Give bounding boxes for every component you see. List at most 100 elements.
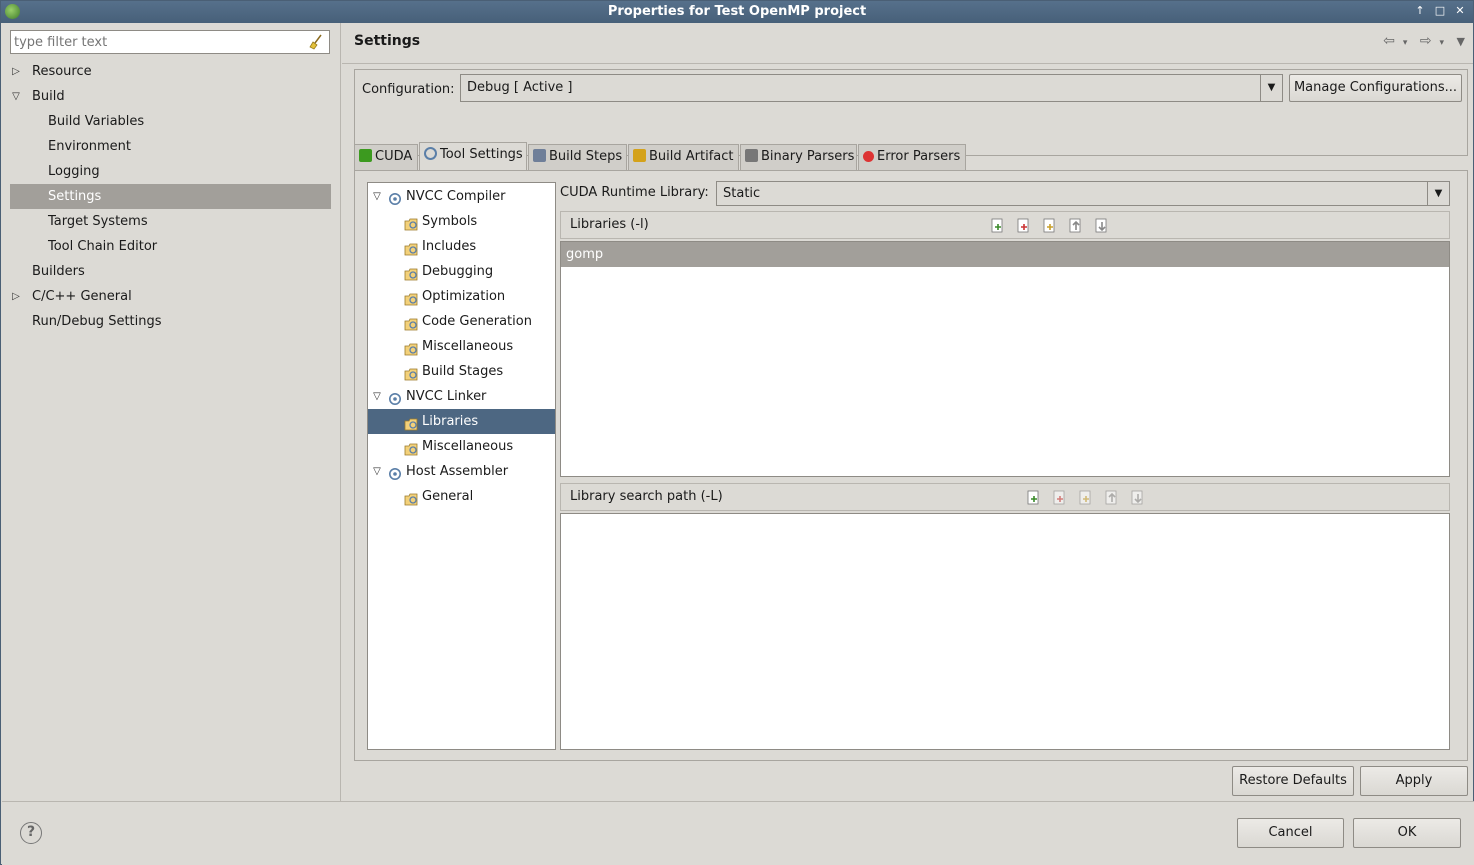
- binary-parsers-icon: [745, 149, 758, 162]
- title-bar: Properties for Test OpenMP project ↑ □ ✕: [1, 1, 1473, 23]
- tree-item-run-debug-settings[interactable]: Run/Debug Settings: [10, 309, 331, 334]
- collapsed-twisty-icon[interactable]: ▷: [10, 284, 22, 309]
- tool-tree-item-label: Host Assembler: [406, 464, 509, 479]
- filter-input[interactable]: [11, 31, 301, 53]
- collapsed-twisty-icon[interactable]: ▷: [10, 59, 22, 84]
- move-up-icon[interactable]: [1068, 218, 1084, 234]
- tab-binary-parsers[interactable]: Binary Parsers: [740, 144, 857, 170]
- close-icon[interactable]: ✕: [1453, 4, 1467, 18]
- chevron-down-icon[interactable]: ▼: [1260, 75, 1282, 101]
- help-context-icon[interactable]: ↑: [1413, 4, 1427, 18]
- configuration-value: Debug [ Active ]: [467, 80, 573, 95]
- tool-tree-item-host-assembler[interactable]: ▽ Host Assembler: [368, 459, 555, 484]
- tab-build-artifact[interactable]: Build Artifact: [628, 144, 739, 170]
- tree-item-label: Run/Debug Settings: [32, 314, 162, 329]
- page-nav: ⇦ ▾ ⇨ ▾ ▼: [1375, 33, 1465, 53]
- manage-configurations-button[interactable]: Manage Configurations...: [1289, 74, 1462, 102]
- configuration-select[interactable]: Debug [ Active ] ▼: [460, 74, 1283, 102]
- tab-tool-settings[interactable]: Tool Settings: [419, 142, 527, 171]
- expanded-twisty-icon[interactable]: ▽: [10, 84, 22, 109]
- cuda-runtime-label: CUDA Runtime Library:: [560, 185, 709, 200]
- back-arrow-icon[interactable]: ⇦: [1383, 33, 1395, 49]
- tree-item-c-c-general[interactable]: ▷ C/C++ General: [10, 284, 331, 309]
- tab-error-parsers[interactable]: Error Parsers: [858, 144, 966, 170]
- apply-button[interactable]: Apply: [1360, 766, 1468, 796]
- tree-item-tool-chain-editor[interactable]: Tool Chain Editor: [10, 234, 331, 259]
- tree-item-resource[interactable]: ▷ Resource: [10, 59, 331, 84]
- tool-tree: ▽ NVCC Compiler Symbols Includes Debugging Op…: [367, 182, 556, 750]
- libraries-title: Libraries (-l): [570, 217, 649, 232]
- tree-item-settings[interactable]: Settings: [10, 184, 331, 209]
- tool-tree-item-label: Code Generation: [422, 314, 532, 329]
- library-search-path-title: Library search path (-L): [570, 489, 723, 504]
- edit-icon[interactable]: [1042, 218, 1058, 234]
- tab-label: Error Parsers: [877, 149, 961, 164]
- tool-tree-item-optimization[interactable]: Optimization: [368, 284, 555, 309]
- library-search-path-list[interactable]: [560, 513, 1450, 750]
- tool-tree-item-nvcc-compiler[interactable]: ▽ NVCC Compiler: [368, 184, 555, 209]
- tree-item-label: Logging: [48, 164, 100, 179]
- view-menu-icon[interactable]: ▼: [1457, 35, 1465, 48]
- add-icon[interactable]: [1026, 490, 1042, 506]
- cancel-button[interactable]: Cancel: [1237, 818, 1344, 848]
- tree-item-build-variables[interactable]: Build Variables: [10, 109, 331, 134]
- tree-item-label: Builders: [32, 264, 85, 279]
- window-title: Properties for Test OpenMP project: [607, 4, 867, 19]
- tool-tree-item-label: NVCC Linker: [406, 389, 487, 404]
- tool-tree-item-nvcc-linker[interactable]: ▽ NVCC Linker: [368, 384, 555, 409]
- clear-filter-icon[interactable]: [309, 34, 325, 50]
- tool-tree-item-miscellaneous[interactable]: Miscellaneous: [368, 334, 555, 359]
- tree-item-build[interactable]: ▽ Build: [10, 84, 331, 109]
- tool-tree-item-debugging[interactable]: Debugging: [368, 259, 555, 284]
- delete-icon[interactable]: [1052, 490, 1068, 506]
- tab-label: Tool Settings: [440, 147, 523, 162]
- maximize-icon[interactable]: □: [1433, 4, 1447, 18]
- tab-cuda[interactable]: CUDA: [354, 144, 418, 170]
- back-menu-icon[interactable]: ▾: [1403, 38, 1408, 48]
- build-steps-icon: [533, 149, 546, 162]
- tool-tree-item-general[interactable]: General: [368, 484, 555, 509]
- move-down-icon[interactable]: [1130, 490, 1146, 506]
- filter-field[interactable]: [10, 30, 330, 54]
- tool-tree-item-code-generation[interactable]: Code Generation: [368, 309, 555, 334]
- cuda-runtime-select[interactable]: Static ▼: [716, 181, 1450, 206]
- tree-item-label: Resource: [32, 64, 92, 79]
- libraries-list[interactable]: gomp: [560, 241, 1450, 477]
- tool-tree-item-label: Symbols: [422, 214, 478, 229]
- tree-item-target-systems[interactable]: Target Systems: [10, 209, 331, 234]
- library-list-item[interactable]: gomp: [561, 242, 1449, 267]
- tool-tree-item-label: Miscellaneous: [422, 339, 514, 354]
- tool-tree-item-miscellaneous[interactable]: Miscellaneous: [368, 434, 555, 459]
- add-icon[interactable]: [990, 218, 1006, 234]
- option-category-icon: [404, 340, 419, 356]
- move-down-icon[interactable]: [1094, 218, 1110, 234]
- move-up-icon[interactable]: [1104, 490, 1120, 506]
- expanded-twisty-icon[interactable]: ▽: [371, 459, 383, 484]
- option-category-icon: [404, 415, 419, 431]
- tool-tree-item-build-stages[interactable]: Build Stages: [368, 359, 555, 384]
- help-icon[interactable]: ?: [20, 822, 42, 844]
- tree-item-logging[interactable]: Logging: [10, 159, 331, 184]
- tab-build-steps[interactable]: Build Steps: [528, 144, 627, 170]
- tool-tree-item-label: Optimization: [422, 289, 506, 304]
- ok-button[interactable]: OK: [1353, 818, 1461, 848]
- option-category-icon: [404, 265, 419, 281]
- delete-icon[interactable]: [1016, 218, 1032, 234]
- tool-icon: [388, 465, 403, 480]
- forward-arrow-icon[interactable]: ⇨: [1420, 33, 1432, 49]
- library-search-path-header: Library search path (-L): [560, 483, 1450, 511]
- expanded-twisty-icon[interactable]: ▽: [371, 384, 383, 409]
- chevron-down-icon[interactable]: ▼: [1427, 182, 1449, 205]
- category-pane: ▷ Resource ▽ Build Build Variables Environmen…: [2, 23, 341, 801]
- option-category-icon: [404, 290, 419, 306]
- tool-tree-item-libraries[interactable]: Libraries: [368, 409, 555, 434]
- tree-item-builders[interactable]: Builders: [10, 259, 331, 284]
- tool-tree-item-includes[interactable]: Includes: [368, 234, 555, 259]
- tool-tree-item-label: NVCC Compiler: [406, 189, 506, 204]
- tree-item-environment[interactable]: Environment: [10, 134, 331, 159]
- tool-tree-item-symbols[interactable]: Symbols: [368, 209, 555, 234]
- restore-defaults-button[interactable]: Restore Defaults: [1232, 766, 1354, 796]
- edit-icon[interactable]: [1078, 490, 1094, 506]
- forward-menu-icon[interactable]: ▾: [1440, 38, 1445, 48]
- expanded-twisty-icon[interactable]: ▽: [371, 184, 383, 209]
